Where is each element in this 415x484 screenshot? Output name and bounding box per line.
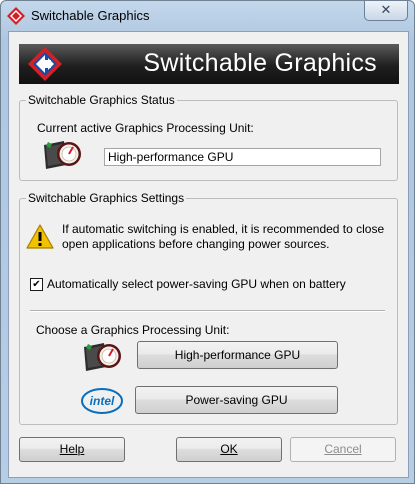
status-group: Switchable Graphics Status Current activ… [19, 93, 398, 181]
warning-text: If automatic switching is enabled, it is… [62, 222, 385, 251]
current-gpu-label: Current active Graphics Processing Unit: [37, 121, 254, 135]
title-bar[interactable]: Switchable Graphics ✕ [1, 1, 414, 31]
dialog-client-area: Switchable Graphics Switchable Graphics … [8, 31, 409, 478]
amd-logo-icon [7, 7, 25, 25]
window-title: Switchable Graphics [31, 8, 150, 23]
high-performance-gpu-button[interactable]: High-performance GPU [137, 341, 338, 369]
auto-select-checkbox[interactable]: ✔ [30, 278, 43, 291]
close-button[interactable]: ✕ [364, 1, 408, 21]
ok-button[interactable]: OK [176, 437, 282, 462]
power-saving-gpu-button[interactable]: Power-saving GPU [135, 386, 338, 414]
cancel-button[interactable]: Cancel [290, 437, 396, 462]
switchable-graphics-window: Switchable Graphics ✕ Switchable Graphic… [0, 0, 415, 484]
settings-group-label: Switchable Graphics Settings [26, 191, 187, 205]
banner: Switchable Graphics [19, 44, 399, 84]
warning-icon [26, 224, 54, 249]
cancel-button-label: Cancel [324, 442, 362, 456]
help-button-label: Help [59, 442, 85, 456]
status-group-label: Switchable Graphics Status [26, 93, 177, 107]
choose-gpu-label: Choose a Graphics Processing Unit: [36, 323, 230, 337]
auto-select-label[interactable]: Automatically select power-saving GPU wh… [47, 277, 346, 291]
intel-logo-text: intel [90, 394, 115, 408]
current-gpu-field: High-performance GPU [104, 148, 381, 166]
help-button[interactable]: Help [19, 437, 125, 462]
intel-logo-icon: intel [81, 388, 123, 414]
amd-gpu-icon [44, 141, 81, 169]
amd-gpu-icon [84, 343, 121, 371]
settings-group: Switchable Graphics Settings If automati… [19, 191, 398, 425]
divider [30, 310, 385, 312]
banner-title: Switchable Graphics [143, 49, 377, 77]
amd-radeon-logo-icon [28, 47, 62, 81]
ok-button-label: OK [220, 442, 238, 456]
